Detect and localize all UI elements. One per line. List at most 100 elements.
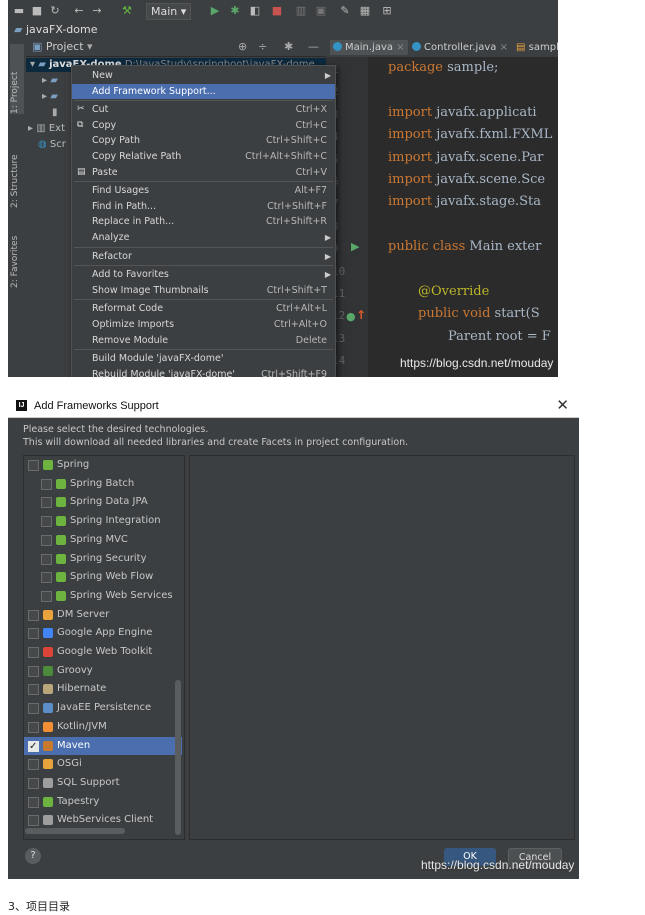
code-line[interactable]: import javafx.scene.Par (388, 150, 543, 165)
menu-item[interactable]: Optimize Imports Ctrl+Alt+O (72, 317, 335, 332)
framework-item[interactable]: JavaEE Persistence (24, 699, 182, 717)
framework-checkbox[interactable] (28, 628, 39, 640)
menu-item[interactable]: Reformat Code Ctrl+Alt+L (72, 301, 335, 316)
structure-tool-tab[interactable]: 2: Structure (10, 138, 24, 209)
menu-item[interactable]: Show Image Thumbnails Ctrl+Shift+T (72, 283, 335, 298)
stop-icon[interactable]: ■ (270, 4, 284, 18)
code-line[interactable]: import javafx.fxml.FXML (388, 127, 552, 142)
framework-checkbox[interactable] (28, 703, 39, 715)
collapse-icon[interactable]: ÷ (258, 38, 267, 56)
framework-checkbox[interactable] (41, 590, 52, 602)
menu-item[interactable]: Analyze ▶ (72, 230, 335, 245)
sdk-icon[interactable]: ▣ (314, 4, 328, 18)
framework-item[interactable]: Spring Security (24, 550, 182, 568)
menu-item[interactable]: Find Usages Alt+F7 (72, 183, 335, 198)
tree-child-folder[interactable]: ▸ ▰ (42, 75, 58, 86)
help-button[interactable]: ? (25, 848, 41, 864)
framework-checkbox[interactable] (41, 497, 52, 509)
list-scrollbar[interactable] (175, 680, 181, 835)
project-tool-tab[interactable]: 1: Project (10, 44, 24, 114)
tab-sample-fxml[interactable]: ▤ sample.f (516, 40, 558, 55)
menu-item[interactable]: ⧉ Copy Ctrl+C (72, 118, 335, 133)
framework-checkbox[interactable] (28, 460, 39, 471)
close-icon[interactable]: × (396, 42, 404, 53)
framework-checkbox[interactable] (41, 572, 52, 584)
save-icon[interactable]: ■ (30, 4, 44, 18)
back-icon[interactable]: ← (72, 4, 86, 18)
code-line[interactable]: import javafx.applicati (388, 105, 536, 120)
forward-icon[interactable]: → (90, 4, 104, 18)
tree-child-folder[interactable]: ▸ ▰ (42, 91, 58, 102)
run-gutter-icon[interactable]: ▶ (351, 240, 359, 253)
list-horizontal-scrollbar[interactable] (25, 828, 125, 834)
sync-icon[interactable]: ↻ (48, 4, 62, 18)
framework-item[interactable]: Spring MVC (24, 531, 182, 549)
framework-checkbox[interactable] (28, 738, 39, 756)
settings-wrench-icon[interactable]: ✎ (338, 4, 352, 18)
run-config-select[interactable]: Main ▾ (146, 3, 192, 20)
menu-item[interactable]: Add Framework Support... (72, 83, 335, 99)
code-line[interactable]: import javafx.scene.Sce (388, 172, 545, 187)
framework-checkbox[interactable] (41, 553, 52, 565)
framework-item[interactable]: Spring (24, 456, 182, 474)
framework-item[interactable]: Spring Web Flow (24, 568, 182, 586)
framework-item[interactable]: Maven (24, 736, 182, 756)
framework-checkbox[interactable] (28, 815, 39, 827)
coverage-icon[interactable]: ◧ (248, 4, 262, 18)
code-line[interactable]: public class Main exter (388, 239, 541, 254)
override-gutter-icon[interactable]: ● (346, 310, 356, 323)
open-folder-icon[interactable]: ▬ (12, 4, 26, 18)
vcs-icon[interactable]: ⊞ (380, 4, 394, 18)
framework-checkbox[interactable] (41, 478, 52, 490)
framework-checkbox[interactable] (41, 534, 52, 546)
project-structure-icon[interactable]: ▦ (358, 4, 372, 18)
framework-item[interactable]: SQL Support (24, 774, 182, 792)
framework-item[interactable]: WebServices Client (24, 811, 182, 829)
framework-item[interactable]: Tapestry (24, 793, 182, 811)
layout-icon[interactable]: ▥ (294, 4, 308, 18)
menu-item[interactable]: Copy Relative Path Ctrl+Alt+Shift+C (72, 149, 335, 164)
tab-main-java[interactable]: Main.java × (330, 40, 408, 55)
framework-item[interactable]: Spring Integration (24, 512, 182, 530)
menu-item[interactable]: Remove Module Delete (72, 333, 335, 348)
chevron-down-icon[interactable]: ▾ (87, 40, 93, 53)
framework-item[interactable]: Groovy (24, 662, 182, 680)
framework-checkbox[interactable] (41, 516, 52, 528)
target-icon[interactable]: ⊕ (238, 38, 247, 56)
close-icon[interactable]: × (500, 42, 508, 53)
menu-item[interactable]: Refactor ▶ (72, 249, 335, 264)
code-line[interactable]: package sample; (388, 60, 498, 75)
framework-checkbox[interactable] (28, 777, 39, 789)
favorites-tool-tab[interactable]: 2: Favorites (10, 218, 24, 288)
framework-checkbox[interactable] (28, 609, 39, 621)
framework-item[interactable]: Google App Engine (24, 624, 182, 642)
framework-item[interactable]: Google Web Toolkit (24, 643, 182, 661)
framework-checkbox[interactable] (28, 684, 39, 696)
tab-controller-java[interactable]: Controller.java × (412, 40, 508, 55)
framework-item[interactable]: DM Server (24, 606, 182, 624)
hide-panel-icon[interactable]: — (308, 38, 319, 56)
menu-item[interactable]: ▤ Paste Ctrl+V (72, 165, 335, 180)
framework-checkbox[interactable] (28, 665, 39, 677)
close-icon[interactable]: ✕ (556, 395, 569, 417)
tree-external-libraries[interactable]: ▸ ▥ Ext (28, 123, 65, 134)
run-icon[interactable]: ▶ (208, 4, 222, 18)
menu-item[interactable]: Add to Favorites ▶ (72, 267, 335, 282)
nav-project-name[interactable]: javaFX-dome (26, 23, 98, 36)
code-line[interactable]: public void start(S (418, 306, 540, 321)
code-line[interactable]: import javafx.stage.Sta (388, 194, 541, 209)
code-line[interactable]: @Override (418, 284, 489, 299)
framework-item[interactable]: OSGi (24, 755, 182, 773)
framework-item[interactable]: Spring Web Services (24, 587, 182, 605)
gear-icon[interactable]: ✱ (284, 38, 293, 56)
debug-icon[interactable]: ✱ (228, 4, 242, 18)
tree-scratches[interactable]: ◍ Scr (38, 139, 66, 150)
menu-item[interactable]: New ▶ (72, 68, 335, 83)
framework-checkbox[interactable] (28, 759, 39, 771)
frameworks-list[interactable]: Spring Spring Batch Spring Data JPA Spring … (23, 455, 185, 840)
project-view-select[interactable]: Project (46, 40, 84, 53)
code-line[interactable]: Parent root = F (448, 329, 551, 344)
framework-item[interactable]: Spring Data JPA (24, 493, 182, 511)
menu-item[interactable]: Build Module 'javaFX-dome' (72, 351, 335, 366)
menu-item[interactable]: Copy Path Ctrl+Shift+C (72, 133, 335, 148)
